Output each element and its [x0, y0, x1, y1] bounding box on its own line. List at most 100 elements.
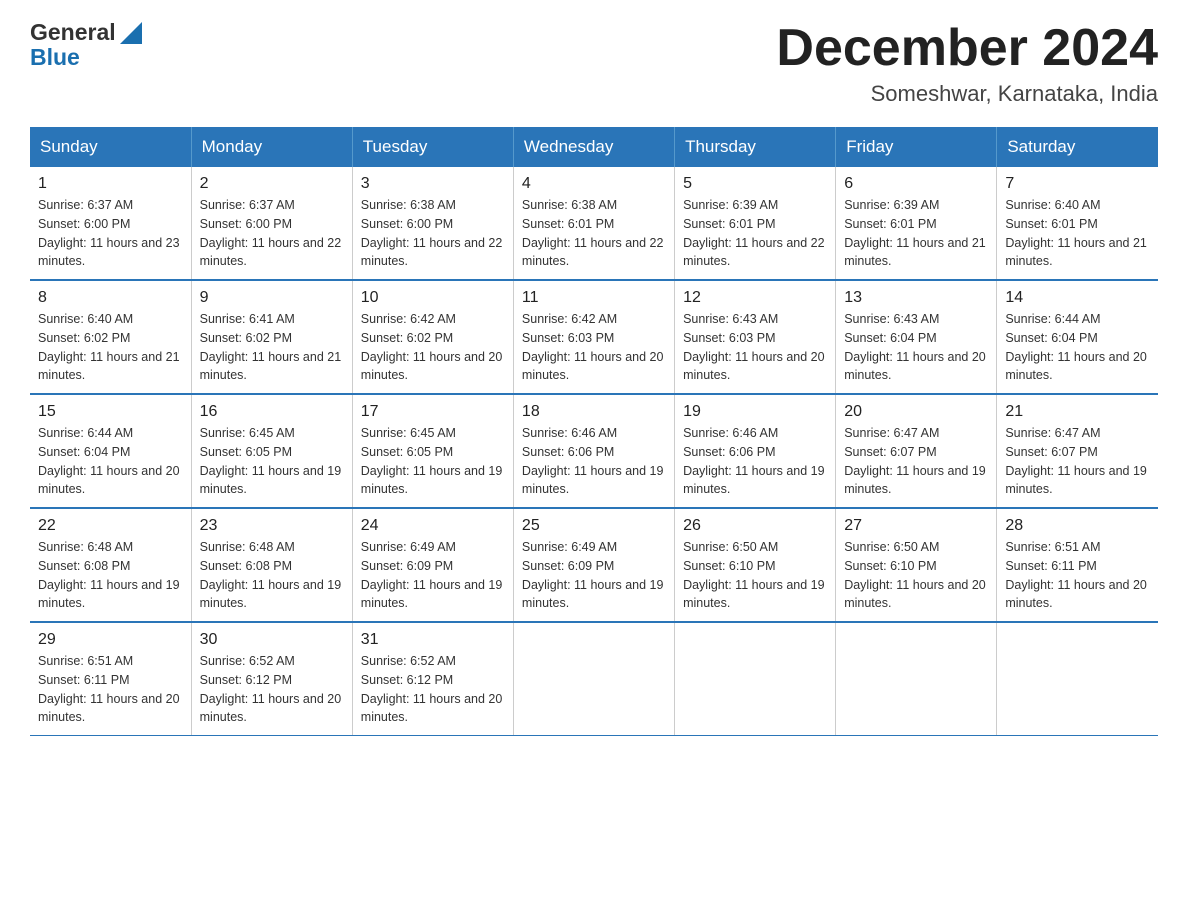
calendar-day-cell: 2 Sunrise: 6:37 AMSunset: 6:00 PMDayligh…	[191, 167, 352, 280]
calendar-day-cell: 23 Sunrise: 6:48 AMSunset: 6:08 PMDaylig…	[191, 508, 352, 622]
logo-triangle-icon	[120, 22, 142, 44]
day-header-tuesday: Tuesday	[352, 127, 513, 167]
day-header-saturday: Saturday	[997, 127, 1158, 167]
day-info: Sunrise: 6:41 AMSunset: 6:02 PMDaylight:…	[200, 310, 344, 385]
day-info: Sunrise: 6:46 AMSunset: 6:06 PMDaylight:…	[683, 424, 827, 499]
day-number: 1	[38, 175, 183, 193]
day-header-friday: Friday	[836, 127, 997, 167]
day-number: 25	[522, 517, 666, 535]
day-number: 30	[200, 631, 344, 649]
day-number: 9	[200, 289, 344, 307]
calendar-day-cell	[997, 622, 1158, 736]
day-info: Sunrise: 6:45 AMSunset: 6:05 PMDaylight:…	[200, 424, 344, 499]
day-info: Sunrise: 6:44 AMSunset: 6:04 PMDaylight:…	[38, 424, 183, 499]
day-number: 22	[38, 517, 183, 535]
day-number: 15	[38, 403, 183, 421]
day-info: Sunrise: 6:47 AMSunset: 6:07 PMDaylight:…	[844, 424, 988, 499]
day-header-wednesday: Wednesday	[513, 127, 674, 167]
calendar-day-cell: 17 Sunrise: 6:45 AMSunset: 6:05 PMDaylig…	[352, 394, 513, 508]
day-number: 23	[200, 517, 344, 535]
location-subtitle: Someshwar, Karnataka, India	[776, 81, 1158, 107]
day-number: 29	[38, 631, 183, 649]
calendar-day-cell: 30 Sunrise: 6:52 AMSunset: 6:12 PMDaylig…	[191, 622, 352, 736]
calendar-day-cell: 10 Sunrise: 6:42 AMSunset: 6:02 PMDaylig…	[352, 280, 513, 394]
calendar-day-cell: 1 Sunrise: 6:37 AMSunset: 6:00 PMDayligh…	[30, 167, 191, 280]
day-info: Sunrise: 6:45 AMSunset: 6:05 PMDaylight:…	[361, 424, 505, 499]
calendar-day-cell: 20 Sunrise: 6:47 AMSunset: 6:07 PMDaylig…	[836, 394, 997, 508]
day-number: 20	[844, 403, 988, 421]
day-info: Sunrise: 6:51 AMSunset: 6:11 PMDaylight:…	[38, 652, 183, 727]
day-info: Sunrise: 6:42 AMSunset: 6:03 PMDaylight:…	[522, 310, 666, 385]
calendar-day-cell: 18 Sunrise: 6:46 AMSunset: 6:06 PMDaylig…	[513, 394, 674, 508]
day-info: Sunrise: 6:50 AMSunset: 6:10 PMDaylight:…	[844, 538, 988, 613]
day-number: 2	[200, 175, 344, 193]
day-info: Sunrise: 6:44 AMSunset: 6:04 PMDaylight:…	[1005, 310, 1150, 385]
day-number: 6	[844, 175, 988, 193]
day-number: 16	[200, 403, 344, 421]
day-header-thursday: Thursday	[675, 127, 836, 167]
day-info: Sunrise: 6:39 AMSunset: 6:01 PMDaylight:…	[844, 196, 988, 271]
calendar-day-cell: 7 Sunrise: 6:40 AMSunset: 6:01 PMDayligh…	[997, 167, 1158, 280]
day-number: 3	[361, 175, 505, 193]
calendar-day-cell	[513, 622, 674, 736]
calendar-week-row: 15 Sunrise: 6:44 AMSunset: 6:04 PMDaylig…	[30, 394, 1158, 508]
day-number: 31	[361, 631, 505, 649]
calendar-day-cell: 22 Sunrise: 6:48 AMSunset: 6:08 PMDaylig…	[30, 508, 191, 622]
calendar-day-cell: 24 Sunrise: 6:49 AMSunset: 6:09 PMDaylig…	[352, 508, 513, 622]
day-info: Sunrise: 6:43 AMSunset: 6:04 PMDaylight:…	[844, 310, 988, 385]
day-number: 26	[683, 517, 827, 535]
logo-text-general: General	[30, 20, 116, 45]
day-info: Sunrise: 6:51 AMSunset: 6:11 PMDaylight:…	[1005, 538, 1150, 613]
calendar-day-cell: 11 Sunrise: 6:42 AMSunset: 6:03 PMDaylig…	[513, 280, 674, 394]
calendar-day-cell: 19 Sunrise: 6:46 AMSunset: 6:06 PMDaylig…	[675, 394, 836, 508]
calendar-day-cell: 9 Sunrise: 6:41 AMSunset: 6:02 PMDayligh…	[191, 280, 352, 394]
calendar-day-cell: 29 Sunrise: 6:51 AMSunset: 6:11 PMDaylig…	[30, 622, 191, 736]
calendar-week-row: 8 Sunrise: 6:40 AMSunset: 6:02 PMDayligh…	[30, 280, 1158, 394]
calendar-day-cell: 16 Sunrise: 6:45 AMSunset: 6:05 PMDaylig…	[191, 394, 352, 508]
day-number: 13	[844, 289, 988, 307]
day-info: Sunrise: 6:38 AMSunset: 6:00 PMDaylight:…	[361, 196, 505, 271]
day-info: Sunrise: 6:38 AMSunset: 6:01 PMDaylight:…	[522, 196, 666, 271]
calendar-week-row: 1 Sunrise: 6:37 AMSunset: 6:00 PMDayligh…	[30, 167, 1158, 280]
day-info: Sunrise: 6:37 AMSunset: 6:00 PMDaylight:…	[38, 196, 183, 271]
calendar-day-cell: 21 Sunrise: 6:47 AMSunset: 6:07 PMDaylig…	[997, 394, 1158, 508]
day-info: Sunrise: 6:52 AMSunset: 6:12 PMDaylight:…	[361, 652, 505, 727]
day-info: Sunrise: 6:42 AMSunset: 6:02 PMDaylight:…	[361, 310, 505, 385]
calendar-day-cell: 13 Sunrise: 6:43 AMSunset: 6:04 PMDaylig…	[836, 280, 997, 394]
day-info: Sunrise: 6:49 AMSunset: 6:09 PMDaylight:…	[522, 538, 666, 613]
day-number: 19	[683, 403, 827, 421]
calendar-day-cell: 4 Sunrise: 6:38 AMSunset: 6:01 PMDayligh…	[513, 167, 674, 280]
calendar-day-cell: 8 Sunrise: 6:40 AMSunset: 6:02 PMDayligh…	[30, 280, 191, 394]
day-info: Sunrise: 6:48 AMSunset: 6:08 PMDaylight:…	[200, 538, 344, 613]
calendar-day-cell: 5 Sunrise: 6:39 AMSunset: 6:01 PMDayligh…	[675, 167, 836, 280]
calendar-day-cell: 3 Sunrise: 6:38 AMSunset: 6:00 PMDayligh…	[352, 167, 513, 280]
month-title: December 2024	[776, 20, 1158, 77]
day-header-sunday: Sunday	[30, 127, 191, 167]
day-info: Sunrise: 6:48 AMSunset: 6:08 PMDaylight:…	[38, 538, 183, 613]
day-number: 7	[1005, 175, 1150, 193]
day-info: Sunrise: 6:46 AMSunset: 6:06 PMDaylight:…	[522, 424, 666, 499]
days-header-row: SundayMondayTuesdayWednesdayThursdayFrid…	[30, 127, 1158, 167]
day-header-monday: Monday	[191, 127, 352, 167]
day-number: 11	[522, 289, 666, 307]
day-number: 5	[683, 175, 827, 193]
header: General Blue December 2024 Someshwar, Ka…	[30, 20, 1158, 107]
day-number: 24	[361, 517, 505, 535]
day-number: 4	[522, 175, 666, 193]
day-info: Sunrise: 6:52 AMSunset: 6:12 PMDaylight:…	[200, 652, 344, 727]
day-number: 18	[522, 403, 666, 421]
calendar-week-row: 29 Sunrise: 6:51 AMSunset: 6:11 PMDaylig…	[30, 622, 1158, 736]
day-number: 14	[1005, 289, 1150, 307]
day-number: 28	[1005, 517, 1150, 535]
day-number: 17	[361, 403, 505, 421]
calendar-day-cell	[836, 622, 997, 736]
day-info: Sunrise: 6:43 AMSunset: 6:03 PMDaylight:…	[683, 310, 827, 385]
calendar-table: SundayMondayTuesdayWednesdayThursdayFrid…	[30, 127, 1158, 736]
day-number: 12	[683, 289, 827, 307]
title-area: December 2024 Someshwar, Karnataka, Indi…	[776, 20, 1158, 107]
day-number: 27	[844, 517, 988, 535]
day-number: 21	[1005, 403, 1150, 421]
day-number: 8	[38, 289, 183, 307]
day-info: Sunrise: 6:49 AMSunset: 6:09 PMDaylight:…	[361, 538, 505, 613]
calendar-day-cell: 27 Sunrise: 6:50 AMSunset: 6:10 PMDaylig…	[836, 508, 997, 622]
